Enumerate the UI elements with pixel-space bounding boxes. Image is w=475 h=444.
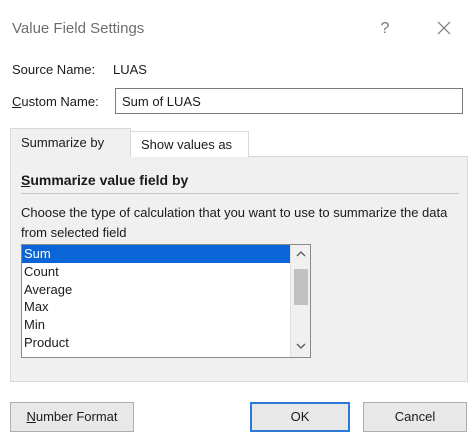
custom-name-label: Custom Name: (12, 94, 99, 109)
list-item-product[interactable]: Product (22, 334, 290, 352)
list-scrollbar[interactable] (290, 245, 310, 357)
section-description: Choose the type of calculation that you … (21, 205, 448, 240)
list-item-max[interactable]: Max (22, 298, 290, 316)
tab-show-values-as[interactable]: Show values as (131, 131, 249, 157)
source-name-value: LUAS (113, 62, 147, 77)
list-item-average[interactable]: Average (22, 281, 290, 299)
list-item-count[interactable]: Count (22, 263, 290, 281)
calculation-listbox[interactable]: Sum Count Average Max Min Product (21, 244, 311, 358)
ok-button[interactable]: OK (250, 402, 350, 432)
help-button[interactable]: ? (374, 18, 396, 40)
section-title: Summarize value field by (21, 172, 188, 188)
source-name-label: Source Name: (12, 62, 96, 77)
chevron-up-icon[interactable] (295, 248, 307, 260)
custom-name-label-text: ustom Name: (21, 94, 99, 109)
custom-name-accelerator: C (12, 94, 22, 109)
section-title-text: ummarize value field by (30, 172, 189, 188)
chevron-down-icon[interactable] (295, 340, 307, 352)
section-divider (21, 193, 459, 194)
custom-name-input[interactable] (115, 88, 463, 114)
cancel-button[interactable]: Cancel (363, 402, 467, 432)
calculation-list: Sum Count Average Max Min Product (22, 245, 290, 352)
list-item-sum[interactable]: Sum (22, 245, 290, 263)
section-title-accelerator: S (21, 172, 31, 188)
close-icon (437, 21, 451, 35)
dialog-title: Value Field Settings (12, 20, 145, 37)
list-item-min[interactable]: Min (22, 316, 290, 334)
number-format-button[interactable]: Number Format (10, 402, 134, 432)
number-format-label: umber Format (35, 409, 118, 424)
value-field-settings-dialog: Value Field Settings ? Source Name: LUAS… (0, 0, 475, 444)
tab-summarize-by[interactable]: Summarize by (10, 128, 131, 157)
scroll-thumb[interactable] (294, 269, 308, 305)
close-button[interactable] (432, 16, 456, 40)
number-format-accelerator: N (26, 409, 36, 424)
